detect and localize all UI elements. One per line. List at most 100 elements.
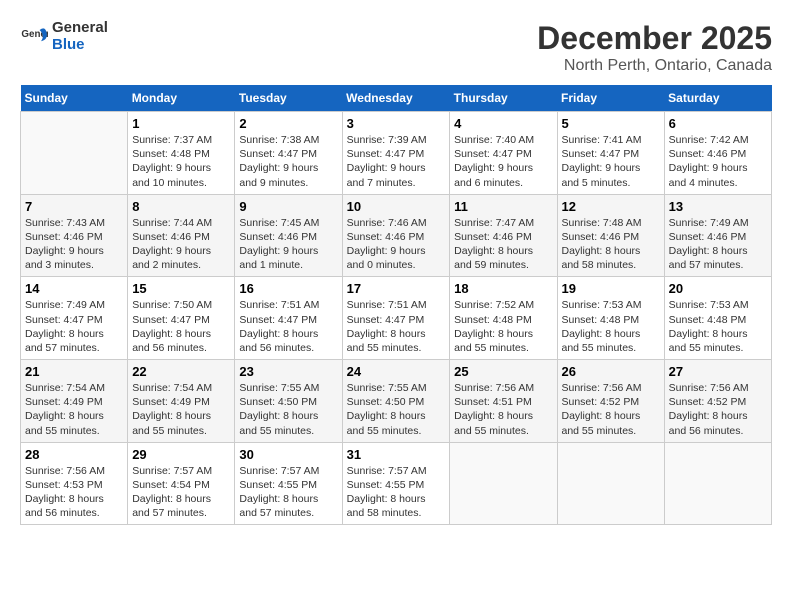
calendar-cell: 4 Sunrise: 7:40 AM Sunset: 4:47 PM Daylig… [450,112,557,195]
day-info: Sunrise: 7:49 AM Sunset: 4:47 PM Dayligh… [25,298,123,355]
day-info: Sunrise: 7:57 AM Sunset: 4:55 PM Dayligh… [347,464,446,521]
day-number: 10 [347,199,446,214]
weekday-header-monday: Monday [128,85,235,112]
calendar-cell: 7 Sunrise: 7:43 AM Sunset: 4:46 PM Daylig… [21,194,128,277]
calendar-cell: 5Sunrise: 7:41 AM Sunset: 4:47 PM Daylig… [557,112,664,195]
calendar-cell: 22Sunrise: 7:54 AM Sunset: 4:49 PM Dayli… [128,360,235,443]
day-info: Sunrise: 7:50 AM Sunset: 4:47 PM Dayligh… [132,298,230,355]
day-info: Sunrise: 7:55 AM Sunset: 4:50 PM Dayligh… [239,381,337,438]
calendar-cell: 2 Sunrise: 7:38 AM Sunset: 4:47 PM Daylig… [235,112,342,195]
day-number: 1 [132,116,230,131]
calendar-cell: 30 Sunrise: 7:57 AM Sunset: 4:55 PM Dayli… [235,442,342,525]
day-number: 20 [669,281,767,296]
calendar-cell [664,442,771,525]
day-number: 30 [239,447,337,462]
calendar-cell: 23Sunrise: 7:55 AM Sunset: 4:50 PM Dayli… [235,360,342,443]
header: General General Blue December 2025 North… [20,20,772,75]
calendar-week-row: 1Sunrise: 7:37 AM Sunset: 4:48 PM Daylig… [21,112,772,195]
day-number: 8 [132,199,230,214]
day-info: Sunrise: 7:53 AM Sunset: 4:48 PM Dayligh… [669,298,767,355]
calendar-week-row: 14 Sunrise: 7:49 AM Sunset: 4:47 PM Dayli… [21,277,772,360]
month-title: December 2025 [537,20,772,57]
day-info: Sunrise: 7:42 AM Sunset: 4:46 PM Dayligh… [669,133,767,190]
calendar-cell: 6 Sunrise: 7:42 AM Sunset: 4:46 PM Daylig… [664,112,771,195]
weekday-header-saturday: Saturday [664,85,771,112]
day-info: Sunrise: 7:46 AM Sunset: 4:46 PM Dayligh… [347,216,446,273]
calendar-cell: 25 Sunrise: 7:56 AM Sunset: 4:51 PM Dayli… [450,360,557,443]
day-number: 18 [454,281,552,296]
calendar-week-row: 7 Sunrise: 7:43 AM Sunset: 4:46 PM Daylig… [21,194,772,277]
calendar-cell: 10 Sunrise: 7:46 AM Sunset: 4:46 PM Dayli… [342,194,450,277]
calendar-cell: 12Sunrise: 7:48 AM Sunset: 4:46 PM Dayli… [557,194,664,277]
day-number: 6 [669,116,767,131]
day-number: 9 [239,199,337,214]
day-number: 21 [25,364,123,379]
day-info: Sunrise: 7:56 AM Sunset: 4:53 PM Dayligh… [25,464,123,521]
day-number: 24 [347,364,446,379]
day-number: 2 [239,116,337,131]
day-info: Sunrise: 7:56 AM Sunset: 4:52 PM Dayligh… [669,381,767,438]
day-number: 19 [562,281,660,296]
calendar-cell: 20 Sunrise: 7:53 AM Sunset: 4:48 PM Dayli… [664,277,771,360]
calendar-cell [21,112,128,195]
day-info: Sunrise: 7:53 AM Sunset: 4:48 PM Dayligh… [562,298,660,355]
day-number: 14 [25,281,123,296]
day-number: 4 [454,116,552,131]
weekday-header-row: SundayMondayTuesdayWednesdayThursdayFrid… [21,85,772,112]
calendar-cell: 18 Sunrise: 7:52 AM Sunset: 4:48 PM Dayli… [450,277,557,360]
weekday-header-thursday: Thursday [450,85,557,112]
day-number: 11 [454,199,552,214]
day-info: Sunrise: 7:56 AM Sunset: 4:52 PM Dayligh… [562,381,660,438]
day-info: Sunrise: 7:40 AM Sunset: 4:47 PM Dayligh… [454,133,552,190]
day-number: 5 [562,116,660,131]
calendar-cell: 27 Sunrise: 7:56 AM Sunset: 4:52 PM Dayli… [664,360,771,443]
day-number: 17 [347,281,446,296]
day-info: Sunrise: 7:45 AM Sunset: 4:46 PM Dayligh… [239,216,337,273]
title-area: December 2025 North Perth, Ontario, Cana… [537,20,772,75]
logo-general: General [52,19,108,36]
day-number: 22 [132,364,230,379]
calendar-cell: 19 Sunrise: 7:53 AM Sunset: 4:48 PM Dayli… [557,277,664,360]
calendar-week-row: 21 Sunrise: 7:54 AM Sunset: 4:49 PM Dayli… [21,360,772,443]
calendar-cell: 13Sunrise: 7:49 AM Sunset: 4:46 PM Dayli… [664,194,771,277]
day-info: Sunrise: 7:38 AM Sunset: 4:47 PM Dayligh… [239,133,337,190]
location-title: North Perth, Ontario, Canada [537,57,772,75]
day-number: 25 [454,364,552,379]
day-number: 7 [25,199,123,214]
calendar-cell: 29Sunrise: 7:57 AM Sunset: 4:54 PM Dayli… [128,442,235,525]
calendar-cell: 8 Sunrise: 7:44 AM Sunset: 4:46 PM Daylig… [128,194,235,277]
day-number: 28 [25,447,123,462]
day-info: Sunrise: 7:55 AM Sunset: 4:50 PM Dayligh… [347,381,446,438]
calendar-cell [450,442,557,525]
day-number: 26 [562,364,660,379]
day-info: Sunrise: 7:43 AM Sunset: 4:46 PM Dayligh… [25,216,123,273]
day-info: Sunrise: 7:57 AM Sunset: 4:55 PM Dayligh… [239,464,337,521]
calendar-cell: 9 Sunrise: 7:45 AM Sunset: 4:46 PM Daylig… [235,194,342,277]
day-info: Sunrise: 7:52 AM Sunset: 4:48 PM Dayligh… [454,298,552,355]
day-number: 31 [347,447,446,462]
day-number: 12 [562,199,660,214]
day-info: Sunrise: 7:44 AM Sunset: 4:46 PM Dayligh… [132,216,230,273]
calendar-cell: 21 Sunrise: 7:54 AM Sunset: 4:49 PM Dayli… [21,360,128,443]
day-number: 15 [132,281,230,296]
logo-icon: General [20,23,48,51]
calendar-cell: 28 Sunrise: 7:56 AM Sunset: 4:53 PM Dayli… [21,442,128,525]
weekday-header-tuesday: Tuesday [235,85,342,112]
calendar-week-row: 28 Sunrise: 7:56 AM Sunset: 4:53 PM Dayli… [21,442,772,525]
calendar-cell: 24 Sunrise: 7:55 AM Sunset: 4:50 PM Dayli… [342,360,450,443]
logo-blue: Blue [52,36,85,53]
calendar-cell: 15 Sunrise: 7:50 AM Sunset: 4:47 PM Dayli… [128,277,235,360]
day-info: Sunrise: 7:51 AM Sunset: 4:47 PM Dayligh… [239,298,337,355]
calendar-cell: 14 Sunrise: 7:49 AM Sunset: 4:47 PM Dayli… [21,277,128,360]
weekday-header-wednesday: Wednesday [342,85,450,112]
day-info: Sunrise: 7:54 AM Sunset: 4:49 PM Dayligh… [25,381,123,438]
day-number: 27 [669,364,767,379]
day-info: Sunrise: 7:56 AM Sunset: 4:51 PM Dayligh… [454,381,552,438]
calendar-cell: 1Sunrise: 7:37 AM Sunset: 4:48 PM Daylig… [128,112,235,195]
day-number: 3 [347,116,446,131]
weekday-header-friday: Friday [557,85,664,112]
calendar-cell: 11Sunrise: 7:47 AM Sunset: 4:46 PM Dayli… [450,194,557,277]
day-info: Sunrise: 7:49 AM Sunset: 4:46 PM Dayligh… [669,216,767,273]
day-number: 16 [239,281,337,296]
day-info: Sunrise: 7:39 AM Sunset: 4:47 PM Dayligh… [347,133,446,190]
